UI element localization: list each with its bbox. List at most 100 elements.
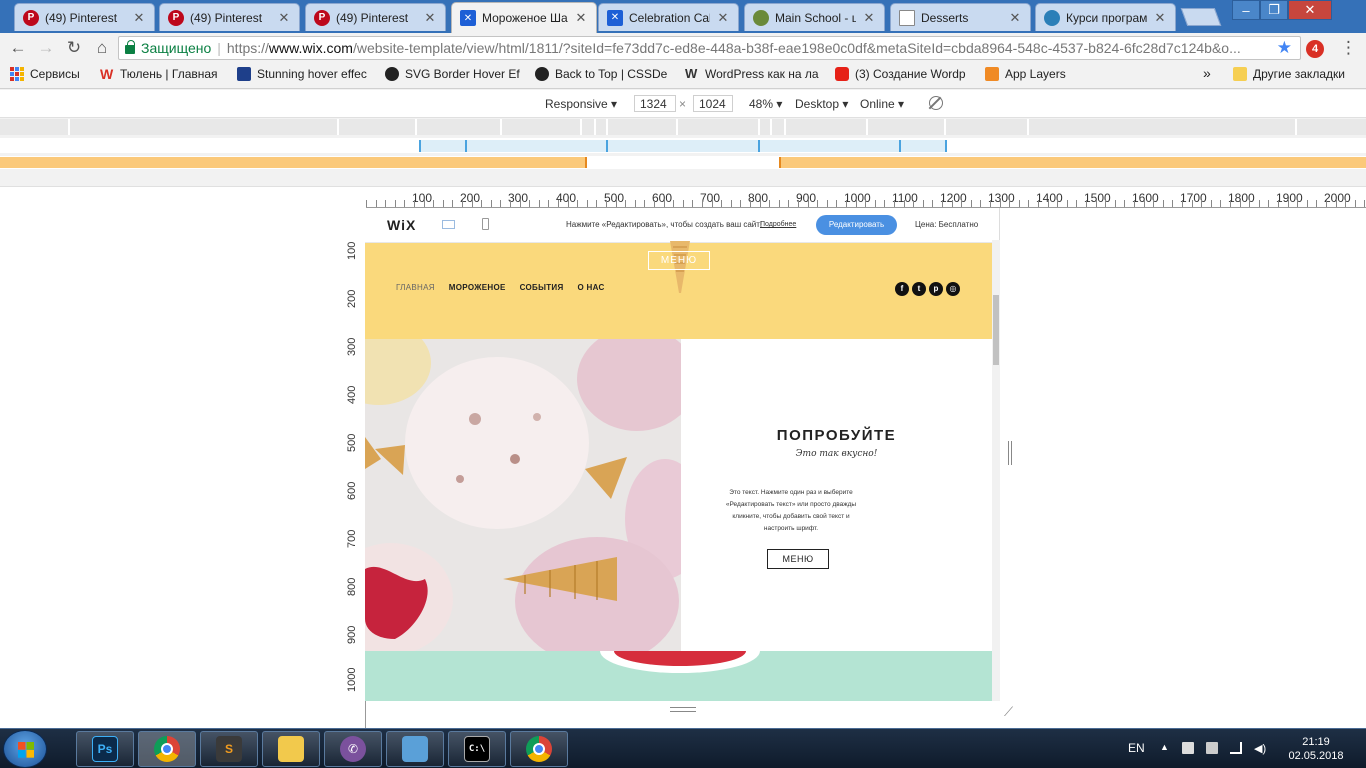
close-icon[interactable]: ✕ [1153, 10, 1167, 26]
bookmark-youtube[interactable]: (3) Создание Wordp [835, 67, 966, 81]
bookmark-svg-border[interactable]: SVG Border Hover Ef [385, 67, 520, 81]
ruler-h-label: 1400 [1036, 191, 1063, 205]
volume-icon[interactable]: ◀) [1254, 742, 1266, 755]
ruler-h-tick [1336, 200, 1337, 207]
mobile-view-icon[interactable] [482, 218, 489, 230]
tab-courses[interactable]: Курси програм ✕ [1035, 3, 1176, 31]
ruler-h-tick [673, 200, 674, 207]
new-tab-button[interactable] [1180, 8, 1222, 26]
close-icon[interactable]: ✕ [862, 10, 876, 26]
taskbar-cmd[interactable]: C:\ [448, 731, 506, 767]
nav-item-events[interactable]: СОБЫТИЯ [520, 283, 564, 292]
scrollbar-thumb[interactable] [993, 295, 999, 365]
tab-desserts[interactable]: Desserts ✕ [890, 3, 1031, 31]
start-button[interactable] [3, 730, 47, 768]
close-icon[interactable]: ✕ [423, 10, 437, 26]
taskbar-chrome-2[interactable] [510, 731, 568, 767]
device-select[interactable]: Responsive ▾ [545, 97, 617, 111]
bookmark-apps[interactable]: Сервисы [10, 67, 80, 81]
network-throttle-select[interactable]: Online ▾ [860, 97, 904, 111]
show-hidden-icons-icon[interactable]: ▲ [1160, 742, 1172, 754]
secure-indicator[interactable]: Защищено [125, 40, 211, 56]
media-query-bar-range[interactable] [0, 138, 1366, 153]
resize-handle-right[interactable] [1008, 441, 1012, 465]
close-icon[interactable]: ✕ [574, 10, 588, 26]
main-nav: ГЛАВНАЯ МОРОЖЕНОЕ СОБЫТИЯ О НАС [396, 283, 605, 292]
viewport-width-input[interactable]: 1324 [634, 95, 676, 112]
mode-select[interactable]: Desktop ▾ [795, 97, 848, 111]
emulated-viewport[interactable]: WiX Нажмите «Редактировать», чтобы созда… [365, 208, 1000, 701]
bookmark-star-icon[interactable]: ★ [1277, 38, 1292, 58]
clock[interactable]: 21:19 02.05.2018 [1286, 735, 1346, 763]
forward-icon[interactable]: → [32, 35, 60, 61]
tab-icecream-active[interactable]: ✕ Мороженое Ша ✕ [451, 2, 597, 33]
resize-handle-bottom[interactable] [670, 707, 696, 712]
tab-pinterest-3[interactable]: P (49) Pinterest ✕ [305, 3, 446, 31]
tab-pinterest-2[interactable]: P (49) Pinterest ✕ [159, 3, 300, 31]
taskbar-chrome-active[interactable] [138, 731, 196, 767]
wix-logo[interactable]: WiX [387, 217, 416, 233]
ruler-h-label: 1800 [1228, 191, 1255, 205]
bookmark-tyulen[interactable]: W Тюлень | Главная [100, 67, 218, 81]
ruler-h-label: 200 [460, 191, 481, 205]
instagram-icon[interactable]: ◎ [946, 282, 960, 296]
bookmark-back-to-top[interactable]: Back to Top | CSSDe [535, 67, 667, 81]
wix-more-link[interactable]: Подробнее [760, 221, 796, 228]
tab-celebration[interactable]: ✕ Celebration Cak ✕ [598, 3, 739, 31]
language-indicator[interactable]: EN [1128, 741, 1145, 755]
nav-item-about[interactable]: О НАС [578, 283, 605, 292]
maximize-button[interactable]: ❐ [1260, 0, 1288, 20]
rotate-icon[interactable] [929, 96, 943, 110]
ruler-h-tick [923, 200, 924, 207]
flag-icon[interactable] [1182, 742, 1194, 754]
taskbar-sublime[interactable]: S [200, 731, 258, 767]
close-icon[interactable]: ✕ [1008, 10, 1022, 26]
ruler-h-tick [462, 200, 463, 207]
viewport-height-input[interactable]: 1024 [693, 95, 733, 112]
taskbar-viber[interactable]: ✆ [324, 731, 382, 767]
pinterest-icon[interactable]: p [929, 282, 943, 296]
minimize-button[interactable]: – [1232, 0, 1260, 20]
home-icon[interactable]: ⌂ [88, 35, 116, 61]
device-icon[interactable] [1206, 742, 1218, 754]
close-icon[interactable]: ✕ [132, 10, 146, 26]
ruler-h-label: 1900 [1276, 191, 1303, 205]
other-bookmarks[interactable]: Другие закладки [1233, 67, 1345, 81]
bookmarks-overflow-button[interactable]: » [1203, 65, 1211, 81]
wix-edit-button[interactable]: Редактировать [816, 215, 897, 235]
nav-item-home[interactable]: ГЛАВНАЯ [396, 283, 435, 292]
tab-title: (49) Pinterest [45, 10, 118, 25]
media-query-bar-min[interactable] [0, 156, 1366, 169]
desktop-view-icon[interactable] [442, 220, 455, 229]
taskbar-control-panel[interactable] [386, 731, 444, 767]
facebook-icon[interactable]: f [895, 282, 909, 296]
media-query-bar-max[interactable] [0, 119, 1366, 135]
resize-handle-corner[interactable]: ⟋ [1004, 704, 1013, 720]
zoom-select[interactable]: 48% ▾ [749, 97, 782, 111]
nav-item-icecream[interactable]: МОРОЖЕНОЕ [449, 283, 506, 292]
bookmark-app-layers[interactable]: App Layers [985, 67, 1066, 81]
close-icon[interactable]: ✕ [277, 10, 291, 26]
reload-icon[interactable]: ↻ [60, 35, 88, 61]
hero-menu-button[interactable]: МЕНЮ [767, 549, 829, 569]
taskbar-explorer[interactable] [262, 731, 320, 767]
site-icon [237, 67, 251, 81]
taskbar-photoshop[interactable]: Ps [76, 731, 134, 767]
back-icon[interactable]: ← [4, 35, 32, 61]
address-bar[interactable]: Защищено | https:// www.wix.com /website… [118, 36, 1301, 60]
close-icon[interactable]: ✕ [716, 10, 730, 26]
header-menu-button[interactable]: МЕНЮ [648, 251, 710, 270]
close-window-button[interactable]: ✕ [1288, 0, 1332, 20]
bookmark-hover-effects[interactable]: Stunning hover effec [237, 67, 367, 81]
tab-pinterest-1[interactable]: P (49) Pinterest ✕ [14, 3, 155, 31]
opera-extension-icon[interactable]: 4 [1306, 40, 1324, 58]
network-icon[interactable] [1230, 742, 1242, 754]
ruler-h-tick [846, 200, 847, 207]
bookmark-wordpress[interactable]: W WordPress как на ла [685, 67, 819, 82]
browser-menu-icon[interactable]: ⋮ [1340, 38, 1357, 58]
twitter-icon[interactable]: t [912, 282, 926, 296]
ruler-h-tick [1182, 200, 1183, 207]
tab-main-school[interactable]: Main School - ш ✕ [744, 3, 885, 31]
viewport-scrollbar[interactable] [992, 240, 1000, 701]
ruler-h-tick [856, 200, 857, 207]
